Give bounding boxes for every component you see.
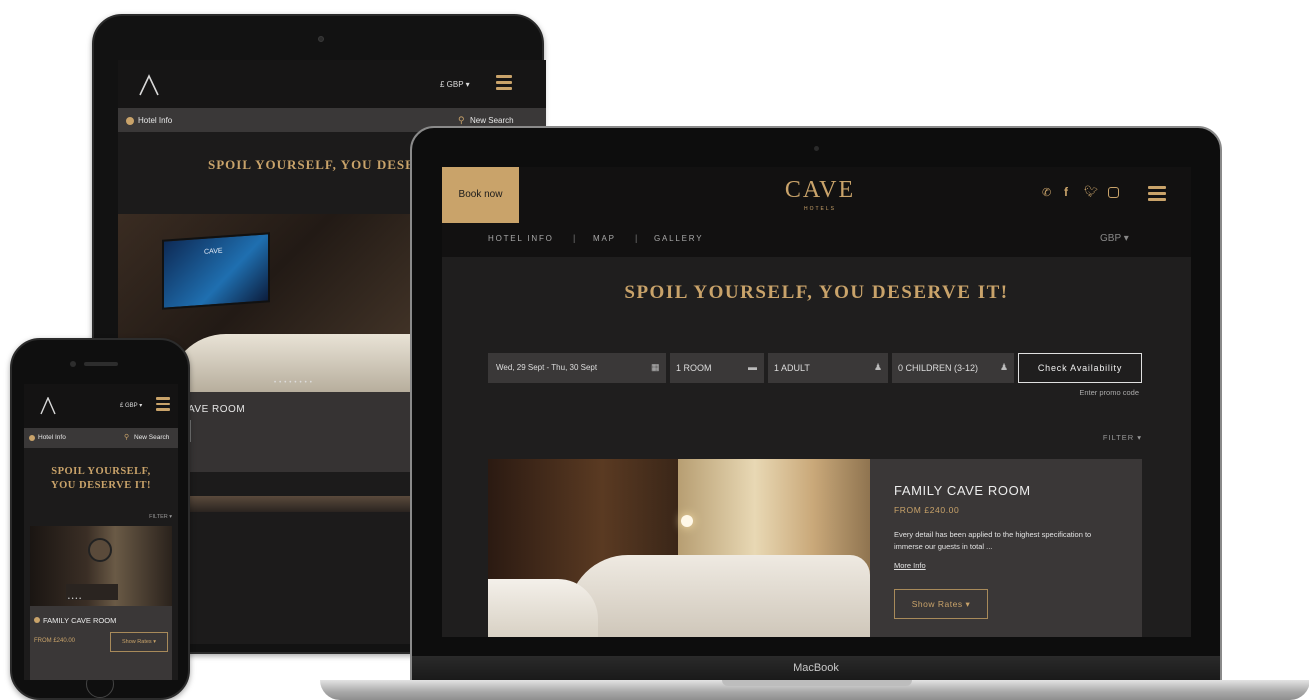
phone-heading: SPOIL YOURSELF, YOU DESERVE IT!	[51, 466, 151, 491]
children-select[interactable]: 0 CHILDREN (3-12) ♟	[892, 353, 1014, 383]
phone-currency-select[interactable]: £ GBP ▾	[120, 402, 142, 409]
phone-screen: £ GBP ▾ Hotel Info ⚲ New Search SPOIL YO…	[24, 384, 178, 680]
filter-dropdown[interactable]: FILTER ▾	[1082, 433, 1142, 442]
room-card: FAMILY CAVE ROOM FROM £240.00 Every deta…	[870, 459, 1142, 637]
children-value: 0 CHILDREN (3-12)	[898, 363, 979, 373]
tablet-currency-select[interactable]: £ GBP ▾	[440, 80, 470, 89]
twitter-icon[interactable]: 🐦︎	[1084, 185, 1098, 198]
lamp-icon	[681, 515, 693, 527]
show-rates-button[interactable]: Show Rates ▾	[894, 589, 988, 619]
cave-logo-icon[interactable]	[138, 74, 160, 96]
phone-camera	[70, 361, 76, 367]
phone-room-image[interactable]: ••••	[30, 526, 172, 606]
tablet-camera	[318, 36, 324, 42]
mirror-shape	[88, 538, 112, 562]
more-info-link[interactable]: More Info	[894, 561, 926, 570]
tv-logo: CAVE	[204, 247, 223, 256]
menu-icon[interactable]	[1148, 186, 1166, 204]
search-icon: ⚲	[124, 434, 130, 441]
carousel-dots[interactable]: ••••	[68, 596, 83, 602]
adults-value: 1 ADULT	[774, 363, 810, 373]
date-range-value: Wed, 29 Sept - Thu, 30 Sept	[496, 363, 598, 372]
phone-room-title: FAMILY CAVE ROOM	[43, 616, 117, 625]
phone-speaker	[84, 362, 118, 366]
promo-code-link[interactable]: Enter promo code	[1042, 388, 1139, 397]
laptop-brand-label: MacBook	[793, 662, 839, 674]
currency-select[interactable]: GBP ▾	[1100, 233, 1129, 244]
nav-hotel-info[interactable]: HOTEL INFO	[488, 234, 554, 243]
laptop-camera	[814, 146, 819, 151]
phone-room-card: FAMILY CAVE ROOM FROM £240.00 Show Rates…	[30, 606, 172, 680]
phone-device: £ GBP ▾ Hotel Info ⚲ New Search SPOIL YO…	[10, 338, 190, 700]
facebook-icon[interactable]: f	[1064, 185, 1068, 199]
nav-gallery[interactable]: GALLERY	[654, 234, 703, 243]
phone-icon[interactable]: ✆	[1042, 186, 1051, 199]
nav-map[interactable]: MAP	[593, 234, 616, 243]
nav-separator: |	[635, 233, 638, 243]
room-image[interactable]	[488, 459, 870, 637]
room-description: Every detail has been applied to the hig…	[894, 530, 1092, 551]
page-heading: SPOIL YOURSELF, YOU DESERVE IT!	[624, 282, 1009, 303]
rooms-select[interactable]: 1 ROOM ▬	[670, 353, 764, 383]
person-icon: ♟	[874, 362, 883, 372]
book-now-button[interactable]: Book now	[442, 167, 519, 223]
rooms-value: 1 ROOM	[676, 363, 712, 373]
phone-filter-dropdown[interactable]: FILTER ▾	[132, 514, 172, 520]
menu-icon[interactable]	[496, 75, 512, 93]
search-icon: ⚲	[458, 115, 465, 125]
tablet-hotel-info-link[interactable]: Hotel Info	[138, 116, 172, 125]
cave-logo-icon[interactable]	[40, 397, 56, 415]
phone-new-search-link[interactable]: New Search	[134, 434, 169, 441]
logo-subtitle: HOTELS	[803, 206, 836, 212]
bed-icon: ▬	[748, 362, 757, 372]
info-icon	[34, 617, 40, 623]
info-icon	[126, 117, 134, 125]
room-price: FROM £240.00	[894, 505, 960, 515]
cave-hotels-logo[interactable]: CAVE	[760, 177, 880, 204]
laptop-notch	[722, 680, 912, 686]
carousel-dots[interactable]: ••••••••	[274, 380, 315, 386]
instagram-icon[interactable]	[1108, 187, 1119, 198]
adults-select[interactable]: 1 ADULT ♟	[768, 353, 888, 383]
room-bed-left	[488, 579, 598, 637]
phone-show-rates-button[interactable]: Show Rates ▾	[110, 632, 168, 652]
date-range-field[interactable]: Wed, 29 Sept - Thu, 30 Sept ▦	[488, 353, 666, 383]
room-bed	[568, 555, 870, 637]
laptop-screen: Book now CAVE HOTELS ✆ f 🐦︎ HOTEL INFO |…	[442, 167, 1191, 637]
menu-icon[interactable]	[156, 397, 170, 414]
check-availability-button[interactable]: Check Availability	[1018, 353, 1142, 383]
info-icon	[29, 435, 35, 441]
tv-screen: CAVE	[162, 232, 270, 310]
phone-room-price: FROM £240.00	[34, 638, 76, 644]
nav-separator: |	[573, 233, 576, 243]
tablet-room-title: AVE ROOM	[188, 404, 246, 415]
phone-hotel-info-link[interactable]: Hotel Info	[38, 434, 66, 441]
person-icon: ♟	[1000, 362, 1009, 372]
tablet-header	[118, 60, 546, 108]
calendar-icon: ▦	[651, 362, 660, 372]
tablet-new-search-link[interactable]: New Search	[470, 116, 514, 125]
room-title: FAMILY CAVE ROOM	[894, 483, 1031, 498]
tablet-divider	[190, 420, 191, 442]
